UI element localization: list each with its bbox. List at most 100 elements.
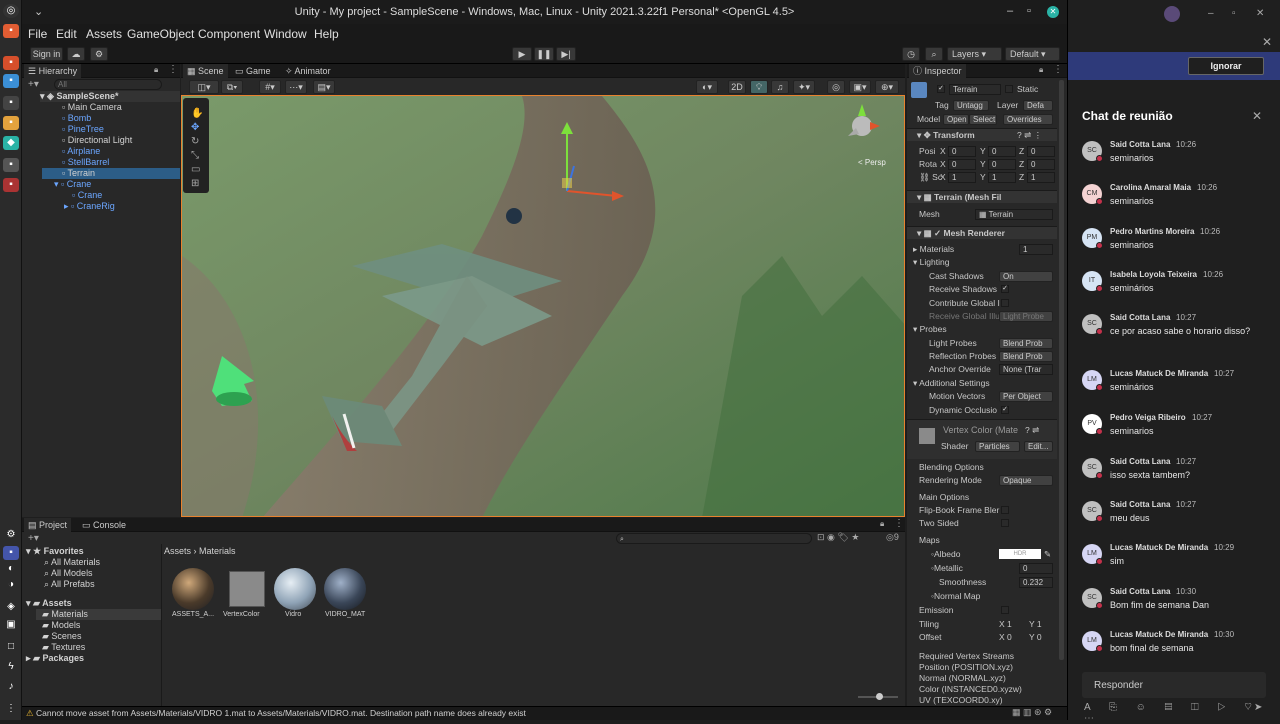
hierarchy-item-crane-child[interactable]: ▫ Crane — [72, 190, 102, 201]
status-icons[interactable]: ▦ ▥ ⊛ ⚙ — [1012, 707, 1052, 718]
hidden-count[interactable]: ◎9 — [886, 532, 899, 543]
hierarchy-search-input[interactable]: All — [54, 79, 162, 90]
ignore-button[interactable]: Ignorar — [1188, 57, 1264, 75]
rect-tool-icon[interactable]: ▭ — [191, 164, 200, 175]
increment-dropdown[interactable]: ▤▾ — [313, 80, 335, 94]
transform-field[interactable]: 1 — [1027, 172, 1055, 183]
favorites-foldout[interactable]: ▾ ★ Favorites — [26, 546, 84, 557]
meshfilter-header[interactable]: ▾ ▦ Terrain (Mesh Fil — [907, 190, 1057, 203]
materials-count[interactable]: 1 — [1019, 244, 1053, 255]
app-icon[interactable]: ▣ — [3, 618, 19, 632]
overrides-dropdown[interactable]: Overrides — [1003, 114, 1053, 125]
menu-assets[interactable]: Assets — [86, 27, 122, 41]
lock-icon[interactable]: 🔒︎ — [1039, 65, 1043, 75]
materials-foldout[interactable]: ▸ Materials — [913, 244, 954, 255]
receive-shadows-checkbox[interactable]: ✓ — [1001, 285, 1009, 293]
rotate-tool-icon[interactable]: ↻ — [191, 136, 199, 147]
hierarchy-item-terrain[interactable]: ▫ Terrain — [42, 168, 180, 179]
close-icon[interactable]: ✕ — [1256, 8, 1264, 19]
meshrenderer-header[interactable]: ▾ ▦ ✓ Mesh Renderer — [907, 226, 1057, 239]
chat-message[interactable]: LM Lucas Matuck De Miranda 10:29 sim — [1082, 540, 1272, 580]
receive-gi-dropdown[interactable]: Light Probe — [999, 311, 1053, 322]
asset-thumbnail[interactable] — [229, 571, 265, 607]
packages-foldout[interactable]: ▸ ▰ Packages — [26, 653, 84, 664]
project-search-input[interactable]: ⌕ — [616, 533, 812, 544]
app-icon[interactable]: ▪ — [3, 74, 19, 88]
transform-field[interactable]: 0 — [988, 159, 1016, 170]
transform-header[interactable]: ▾ ✥ Transform? ⇌ ⋮ — [907, 128, 1057, 141]
hierarchy-item-stellbarrel[interactable]: ▫ StellBarrel — [62, 157, 109, 168]
chat-message[interactable]: LM Lucas Matuck De Miranda 10:30 bom final … — [1082, 627, 1272, 667]
material-menu-icon[interactable]: ? ⇌ — [1025, 425, 1039, 436]
compose-toolbar-icons[interactable]: A ⎘ ☺ ▤ ◫ ▷ ♡ ⋯ — [1084, 702, 1280, 724]
app-icon[interactable]: ▪ — [3, 96, 19, 110]
more-icon[interactable]: ⋮ — [894, 518, 904, 529]
transform-field[interactable]: 0 — [1027, 146, 1055, 157]
folder-materials[interactable]: ▰ Materials — [36, 609, 161, 620]
maximize-icon[interactable]: ▫ — [1232, 8, 1236, 19]
cast-shadows-dropdown[interactable]: On — [999, 271, 1053, 282]
hand-tool-icon[interactable]: ✋ — [191, 108, 203, 119]
transform-field[interactable]: 1 — [948, 172, 976, 183]
menu-help[interactable]: Help — [314, 27, 339, 41]
menu-edit[interactable]: Edit — [56, 27, 77, 41]
step-button[interactable]: ▶| — [556, 47, 576, 61]
zoom-slider-thumb[interactable] — [876, 693, 883, 700]
assets-foldout[interactable]: ▾ ▰ Assets — [26, 598, 72, 609]
app-icon[interactable]: ▪ — [3, 24, 19, 38]
hierarchy-item-crane[interactable]: ▾ ▫ Crane — [54, 179, 91, 190]
asset-label[interactable]: VIDRO_MAT — [325, 609, 365, 620]
component-menu-icon[interactable]: ? ⇌ ⋮ — [1017, 130, 1042, 141]
chat-message[interactable]: SC Said Cotta Lana 10:27 meu deus — [1082, 497, 1272, 537]
chat-message[interactable]: SC Said Cotta Lana 10:26 seminarios — [1082, 137, 1272, 177]
tab-scene[interactable]: ▦ Scene — [183, 64, 228, 78]
more-icon[interactable]: ⋮ — [1053, 64, 1063, 75]
offset-x[interactable]: X 0 — [999, 632, 1012, 643]
menu-component[interactable]: Component — [198, 27, 260, 41]
app-grid-icon[interactable]: ⋮ — [3, 702, 19, 716]
fav-item[interactable]: ⌕ All Prefabs — [44, 579, 95, 590]
active-checkbox[interactable]: ✓ — [937, 85, 945, 93]
additional-settings-foldout[interactable]: ▾ Additional Settings — [913, 378, 990, 389]
scene-viewport[interactable]: ✋ ✥ ↻ ⤡ ▭ ⊞ < Persp — [181, 95, 905, 517]
add-icon[interactable]: +▾ — [28, 533, 39, 544]
app-icon[interactable]: ▪ — [3, 546, 19, 560]
folder-models[interactable]: ▰ Models — [42, 620, 80, 631]
mesh-field[interactable]: ▦ Terrain — [975, 209, 1053, 220]
app-icon[interactable]: ▪ — [3, 178, 19, 192]
close-icon[interactable]: ✕ — [1047, 6, 1059, 18]
minimize-icon[interactable]: – — [1208, 8, 1214, 19]
app-icon[interactable]: ⚙ — [3, 528, 19, 542]
transform-field[interactable]: 0 — [1027, 159, 1055, 170]
volume-icon[interactable]: ♪ — [3, 680, 19, 694]
shader-dropdown[interactable]: Particles — [975, 441, 1020, 452]
asset-label[interactable]: VertexColor — [223, 609, 260, 620]
tab-console[interactable]: ▭ Console — [78, 518, 130, 532]
scale-tool-icon[interactable]: ⤡ — [191, 150, 199, 161]
rendering-mode-dropdown[interactable]: Opaque — [999, 475, 1053, 486]
smoothness-field[interactable]: 0.232 — [1019, 577, 1053, 588]
tag-dropdown[interactable]: Untagg — [953, 100, 989, 111]
chat-message[interactable]: SC Said Cotta Lana 10:30 Bom fim de semana … — [1082, 584, 1272, 624]
menu-file[interactable]: File — [28, 27, 47, 41]
gizmo-dropdown[interactable]: ⧉▾ — [221, 80, 243, 94]
layout-dropdown[interactable]: Default ▾ — [1005, 47, 1060, 61]
chat-message[interactable]: LM Lucas Matuck De Miranda 10:27 seminários — [1082, 366, 1272, 406]
launcher-icon[interactable]: ◎ — [3, 4, 19, 18]
hierarchy-item-main-camera[interactable]: ▫ Main Camera — [62, 102, 122, 113]
history-icon[interactable]: ◷ — [902, 47, 920, 61]
cloud-icon[interactable]: ☁ — [67, 47, 85, 61]
tab-hierarchy[interactable]: ☰ Hierarchy — [24, 64, 82, 78]
draw-mode-dropdown[interactable]: ◫▾ — [189, 80, 219, 94]
offset-y[interactable]: Y 0 — [1029, 632, 1042, 643]
tiling-x[interactable]: X 1 — [999, 619, 1012, 630]
menu-window[interactable]: Window — [264, 27, 307, 41]
lock-icon[interactable]: 🔒︎ — [154, 65, 158, 75]
perspective-label[interactable]: < Persp — [858, 158, 886, 167]
transform-field[interactable]: 0 — [988, 146, 1016, 157]
inspector-scrollbar[interactable] — [1059, 80, 1064, 660]
collab-icon[interactable]: ⚙ — [90, 47, 108, 61]
search-icon[interactable]: ⌕ — [925, 47, 943, 61]
static-checkbox[interactable] — [1005, 85, 1013, 93]
visibility-icon[interactable]: ◎ — [827, 80, 845, 94]
